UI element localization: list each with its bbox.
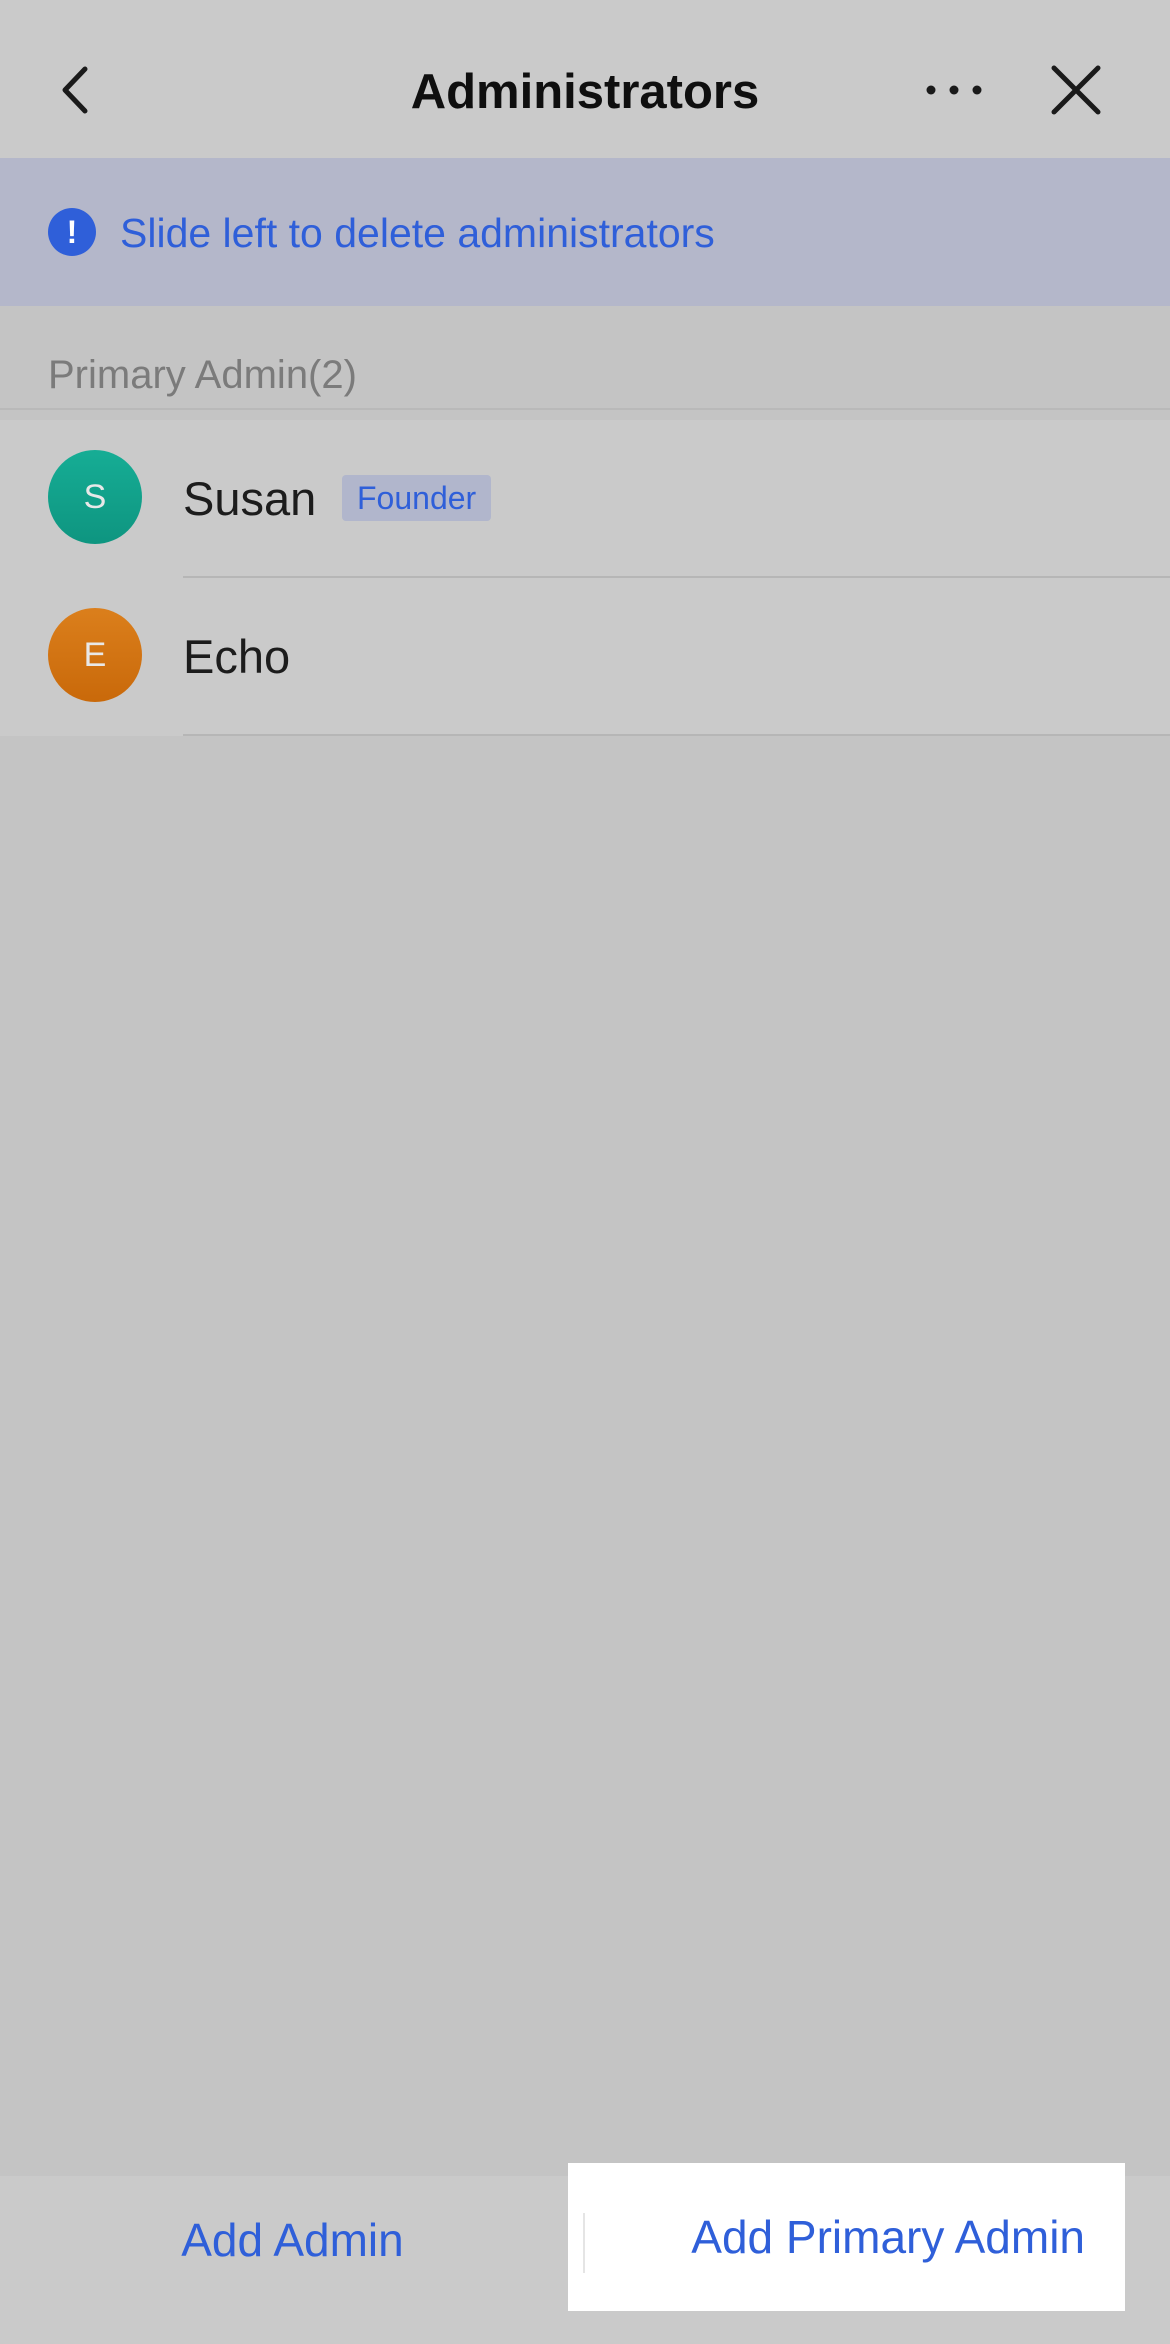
avatar: S xyxy=(48,450,142,544)
banner-text: Slide left to delete administrators xyxy=(120,210,715,256)
exclamation-icon: ! xyxy=(48,208,96,256)
row-divider xyxy=(183,734,1170,736)
close-button[interactable] xyxy=(1031,45,1121,135)
member-name: Susan xyxy=(183,472,317,525)
avatar: E xyxy=(48,608,142,702)
nav-header: Administrators xyxy=(0,0,1170,158)
info-banner: ! Slide left to delete administrators xyxy=(0,158,1170,306)
more-button[interactable] xyxy=(909,45,999,135)
member-name: Echo xyxy=(183,630,291,683)
list-item[interactable]: E Echo xyxy=(0,578,1170,736)
section-divider xyxy=(0,408,1170,410)
list-item[interactable]: S Susan Founder xyxy=(0,420,1170,578)
founder-badge: Founder xyxy=(342,475,492,521)
section-header: Primary Admin(2) xyxy=(48,353,357,397)
close-icon xyxy=(1051,65,1101,115)
add-admin-button[interactable]: Add Admin xyxy=(0,2176,585,2304)
administrators-screen: Administrators ! Slide left to delete ad… xyxy=(0,0,1170,2344)
admin-list: S Susan Founder E Echo xyxy=(0,420,1170,736)
add-primary-admin-label: Add Primary Admin xyxy=(691,2211,1085,2263)
button-divider xyxy=(583,2213,585,2273)
add-primary-admin-button[interactable]: Add Primary Admin xyxy=(568,2163,1125,2311)
bottom-action-bar: Add Admin Add Primary Admin xyxy=(0,2163,1170,2344)
ellipsis-icon xyxy=(926,85,982,95)
